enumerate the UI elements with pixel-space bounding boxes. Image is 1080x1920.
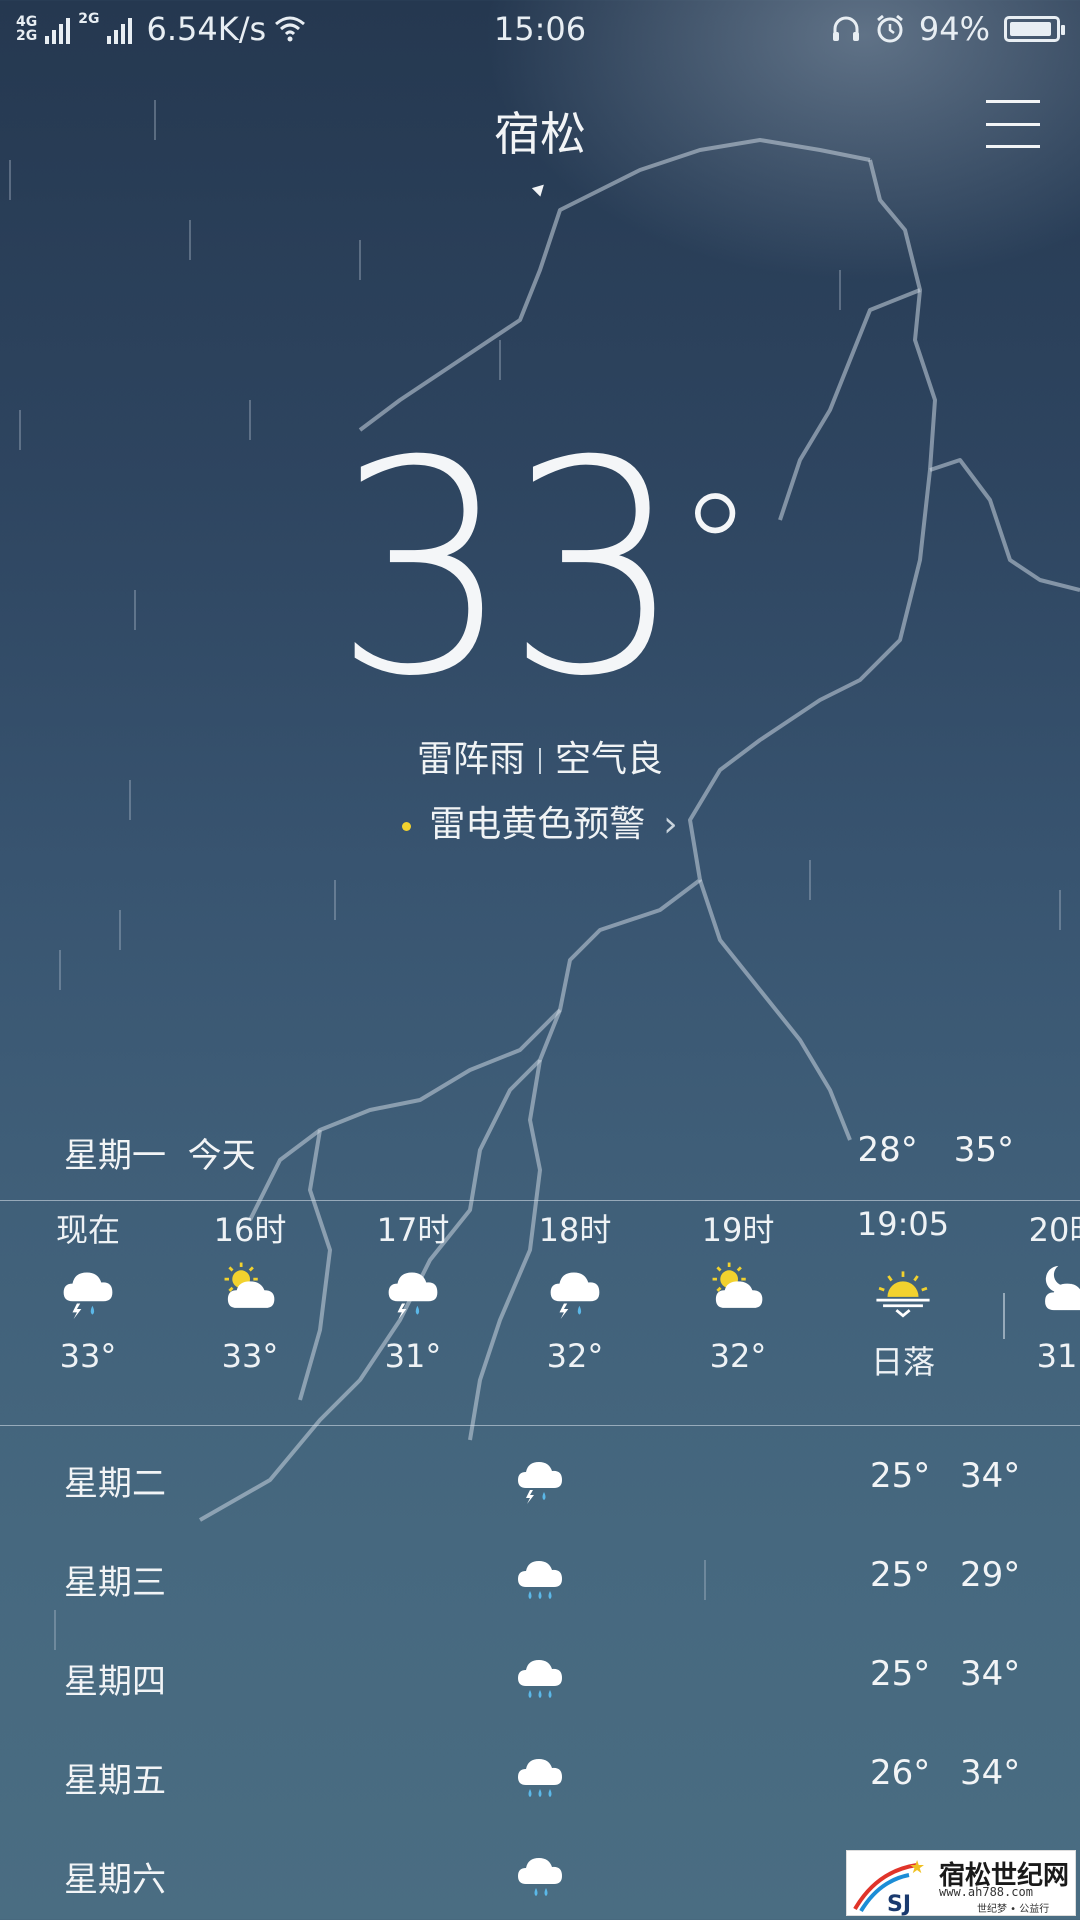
hour-temp: 31° bbox=[384, 1337, 442, 1375]
day-high: 29° bbox=[960, 1555, 1021, 1595]
hour-temp: 33° bbox=[221, 1337, 279, 1375]
hour-time: 19:05 bbox=[856, 1205, 950, 1243]
svg-text:★: ★ bbox=[909, 1857, 925, 1878]
menu-line bbox=[986, 100, 1040, 103]
day-low: 25° bbox=[870, 1654, 931, 1694]
battery-fill bbox=[1010, 22, 1052, 36]
battery-icon bbox=[1004, 16, 1065, 42]
hour-temp: 32° bbox=[709, 1337, 767, 1375]
headphones-icon bbox=[832, 16, 859, 41]
hour-icon bbox=[828, 1245, 978, 1331]
day-icon bbox=[512, 1844, 568, 1900]
condition-divider bbox=[539, 748, 541, 774]
thunder-rain-icon bbox=[550, 1272, 600, 1319]
rain-icon bbox=[518, 1561, 562, 1599]
day-high: 34° bbox=[960, 1456, 1021, 1496]
svg-text:SJ: SJ bbox=[887, 1892, 911, 1917]
current-temp-value: 33 bbox=[333, 398, 683, 742]
hour-icon bbox=[13, 1245, 163, 1331]
weather-alert[interactable]: 雷电黄色预警 › bbox=[0, 795, 1080, 847]
day-high: 34° bbox=[960, 1654, 1021, 1694]
day-name: 星期五 bbox=[64, 1761, 166, 1801]
hour-time: 16时 bbox=[213, 1211, 287, 1249]
day-low: 26° bbox=[870, 1753, 931, 1793]
hourly-item: 18时 32° bbox=[500, 1205, 650, 1375]
watermark-emblem: SJ ★ bbox=[853, 1857, 925, 1917]
daily-row[interactable]: 星期三 25° 29° bbox=[0, 1527, 1080, 1625]
battery-percent: 94% bbox=[918, 10, 990, 48]
thunder-rain-icon bbox=[63, 1272, 113, 1319]
hour-icon bbox=[175, 1245, 325, 1331]
hourly-item: 19时 32° bbox=[663, 1205, 813, 1375]
hourly-item: 现在 33° bbox=[13, 1205, 163, 1375]
day-name: 星期四 bbox=[64, 1662, 166, 1702]
weather-condition: 雷阵雨 bbox=[416, 739, 525, 780]
menu-line bbox=[986, 145, 1040, 148]
day-low: 25° bbox=[870, 1456, 931, 1496]
hour-temp: 31° bbox=[1036, 1337, 1080, 1375]
hour-time: 20时 bbox=[1028, 1211, 1080, 1249]
watermark-slogan: 世纪梦 • 公益行 bbox=[977, 1904, 1050, 1915]
degree-symbol: ° bbox=[677, 463, 753, 637]
sunset-divider bbox=[1003, 1293, 1005, 1339]
day-name: 星期三 bbox=[64, 1563, 166, 1603]
hourly-item: 16时 33° bbox=[175, 1205, 325, 1375]
sunset-icon bbox=[876, 1271, 930, 1318]
day-icon bbox=[512, 1646, 568, 1702]
thunder-rain-icon bbox=[388, 1272, 438, 1319]
hourly-item: 17时 31° bbox=[338, 1205, 488, 1375]
daily-row[interactable]: 星期五 26° 34° bbox=[0, 1725, 1080, 1823]
status-right: 94% bbox=[831, 10, 1065, 48]
day-icon bbox=[512, 1448, 568, 1504]
partly-cloudy-icon bbox=[224, 1262, 275, 1308]
alert-dot-icon bbox=[402, 821, 412, 831]
hour-icon bbox=[663, 1245, 813, 1331]
city-name[interactable]: 宿松 bbox=[0, 98, 1080, 164]
hour-time: 19时 bbox=[701, 1211, 775, 1249]
hourly-item: 20时 31° bbox=[990, 1205, 1080, 1375]
rain-icon bbox=[518, 1660, 562, 1698]
menu-line bbox=[986, 122, 1040, 126]
location-arrow-icon bbox=[531, 180, 549, 197]
alarm-icon bbox=[876, 14, 903, 43]
today-label: 星期一 今天 bbox=[64, 1136, 256, 1176]
menu-button[interactable] bbox=[986, 100, 1040, 148]
air-quality[interactable]: 空气良 bbox=[555, 739, 663, 780]
daily-row[interactable]: 星期四 25° 34° bbox=[0, 1626, 1080, 1724]
hour-time: 18时 bbox=[538, 1211, 612, 1249]
day-low: 25° bbox=[870, 1555, 931, 1595]
divider bbox=[0, 1425, 1080, 1426]
rain-icon bbox=[518, 1759, 562, 1797]
cloudy-night-icon bbox=[1045, 1265, 1080, 1311]
status-bar: 4G 2G 2G 6.54K/s 15:06 94% bbox=[0, 0, 1080, 60]
current-temperature: 33° bbox=[0, 423, 1080, 717]
hour-temp: 33° bbox=[59, 1337, 117, 1375]
day-name: 星期六 bbox=[64, 1860, 166, 1900]
partly-cloudy-icon bbox=[712, 1262, 763, 1308]
today-range: 28° 35° bbox=[857, 1130, 1014, 1170]
hour-time: 17时 bbox=[376, 1211, 450, 1249]
hourly-item: 19:05 日落 bbox=[828, 1205, 978, 1383]
day-icon bbox=[512, 1547, 568, 1603]
hour-temp: 32° bbox=[546, 1337, 604, 1375]
watermark-logo: SJ ★ 宿松世纪网 www.ah788.com 世纪梦 • 公益行 bbox=[846, 1850, 1076, 1917]
thunder-rain-icon bbox=[518, 1462, 562, 1504]
watermark-url: www.ah788.com bbox=[939, 1885, 1033, 1899]
daily-row[interactable]: 星期二 25° 34° bbox=[0, 1428, 1080, 1526]
current-condition-line: 雷阵雨 空气良 bbox=[0, 730, 1080, 782]
hour-temp: 日落 bbox=[870, 1343, 935, 1381]
hour-time: 现在 bbox=[55, 1211, 120, 1249]
hourly-forecast[interactable]: 现在 33° 16时 33° 17时 31° 18时 32° 19时 32° 19:05 … bbox=[0, 1205, 1080, 1420]
day-icon bbox=[512, 1745, 568, 1801]
day-high: 34° bbox=[960, 1753, 1021, 1793]
today-low: 28° bbox=[857, 1130, 918, 1170]
hour-icon bbox=[338, 1245, 488, 1331]
chevron-right-icon: › bbox=[663, 804, 678, 845]
today-high: 35° bbox=[953, 1130, 1014, 1170]
divider bbox=[0, 1200, 1080, 1201]
light-rain-icon bbox=[518, 1858, 562, 1896]
day-name: 星期二 bbox=[64, 1464, 166, 1504]
hour-icon bbox=[500, 1245, 650, 1331]
alert-text: 雷电黄色预警 bbox=[429, 804, 646, 845]
